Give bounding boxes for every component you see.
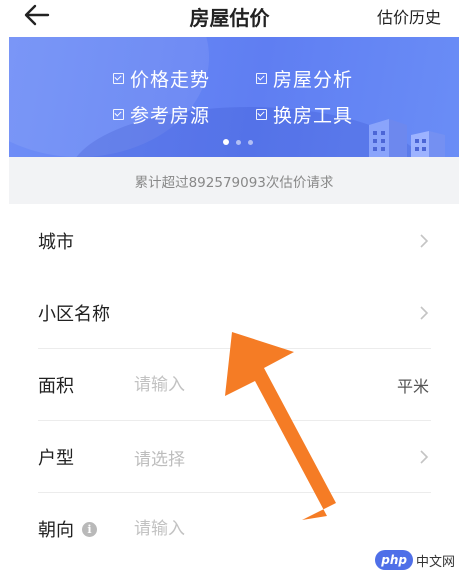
area-row[interactable]: 面积 平米	[38, 350, 431, 421]
chevron-right-icon	[420, 234, 429, 248]
feature-label: 房屋分析	[273, 69, 354, 91]
carousel-indicator[interactable]	[223, 139, 253, 145]
layout-label: 户型	[38, 448, 74, 469]
site-watermark: php 中文网	[375, 550, 455, 570]
layout-select[interactable]: 请选择	[134, 445, 417, 470]
orientation-row[interactable]: 朝向 i	[38, 494, 431, 564]
watermark-text: 中文网	[415, 554, 455, 570]
orientation-input[interactable]	[134, 519, 431, 539]
feature-house-analysis: 房屋分析	[256, 65, 353, 92]
info-icon[interactable]: i	[82, 521, 97, 537]
valuation-count-bar: 累计超过892579093次估价请求	[9, 157, 459, 204]
area-unit: 平米	[396, 377, 429, 396]
city-label: 城市	[38, 232, 74, 253]
area-label: 面积	[38, 376, 74, 397]
feature-label: 参考房源	[130, 105, 211, 127]
feature-label: 价格走势	[130, 69, 211, 91]
feature-reference-listings: 参考房源	[113, 101, 210, 128]
orientation-label-wrap: 朝向 i	[38, 516, 134, 542]
watermark-badge: php	[375, 550, 413, 570]
feature-price-trend: 价格走势	[113, 65, 210, 92]
feature-swap-tool: 换房工具	[256, 101, 353, 128]
carousel-dot[interactable]	[236, 139, 241, 145]
promo-banner[interactable]: 价格走势 房屋分析 参考房源 换房工具	[9, 37, 459, 157]
chevron-right-icon	[420, 450, 429, 464]
top-bar: 房屋估价 估价历史	[0, 0, 459, 36]
check-icon	[256, 73, 267, 84]
valuation-count-text: 累计超过892579093次估价请求	[134, 174, 334, 191]
check-icon	[113, 109, 124, 120]
back-arrow-icon	[24, 4, 50, 26]
layout-row[interactable]: 户型 请选择	[38, 422, 431, 493]
check-icon	[256, 109, 267, 120]
check-icon	[113, 73, 124, 84]
valuation-history-link[interactable]: 估价历史	[377, 4, 441, 28]
back-button[interactable]	[22, 2, 52, 28]
chevron-right-icon	[420, 306, 429, 320]
carousel-dot[interactable]	[248, 139, 253, 145]
orientation-label: 朝向	[38, 520, 74, 541]
building-illustration	[369, 119, 445, 157]
feature-label: 换房工具	[273, 105, 354, 127]
area-input[interactable]	[134, 375, 397, 395]
community-row[interactable]: 小区名称	[38, 278, 431, 349]
community-label: 小区名称	[38, 304, 110, 325]
carousel-dot[interactable]	[223, 139, 229, 145]
city-row[interactable]: 城市	[38, 206, 431, 276]
